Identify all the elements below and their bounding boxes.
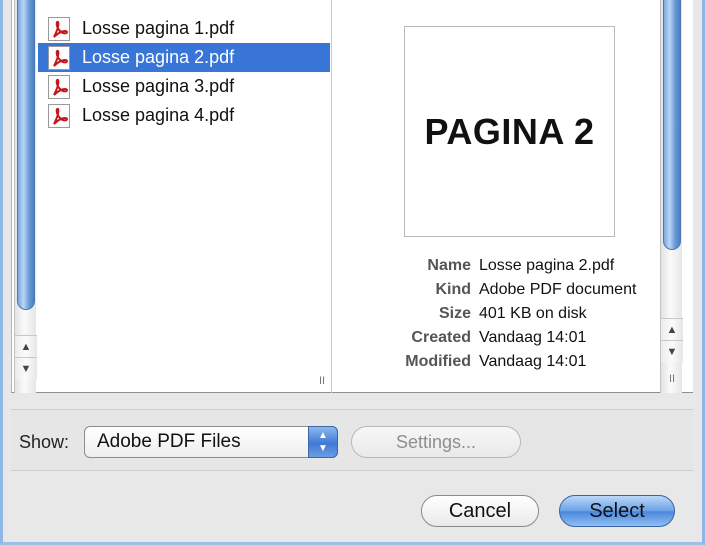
browser-column-preview: PAGINA 2 Name Losse pagina 2.pdf Kind Ad… <box>332 0 694 393</box>
info-value: Vandaag 14:01 <box>479 329 587 346</box>
column-resize-grip-icon[interactable]: II <box>666 372 678 386</box>
info-label: Created <box>411 329 471 346</box>
file-type-value: Adobe PDF Files <box>97 431 241 452</box>
column-resize-grip-icon[interactable]: II <box>316 374 328 388</box>
file-item-selected[interactable]: Losse pagina 2.pdf <box>38 43 330 72</box>
scroll-up-arrow-icon[interactable]: ▲ <box>15 335 37 357</box>
open-file-dialog: ▲ ▼ Losse pagina 1.pdf Losse pagina 2.pd… <box>0 0 705 545</box>
browser-column-files: ▲ ▼ Losse pagina 1.pdf Losse pagina 2.pd… <box>12 0 332 393</box>
scroll-down-arrow-icon[interactable]: ▼ <box>15 357 37 379</box>
info-label: Modified <box>405 353 471 370</box>
file-item[interactable]: Losse pagina 3.pdf <box>38 72 330 101</box>
select-button[interactable]: Select <box>559 495 675 527</box>
info-value: Vandaag 14:01 <box>479 353 587 370</box>
pdf-file-icon <box>48 45 70 70</box>
info-value: Adobe PDF document <box>479 281 637 298</box>
preview-page-text: PAGINA 2 <box>424 110 595 152</box>
info-row-modified: Modified Vandaag 14:01 <box>332 350 672 374</box>
file-name: Losse pagina 2.pdf <box>82 47 235 67</box>
info-row-kind: Kind Adobe PDF document <box>332 278 672 302</box>
info-label: Kind <box>435 281 471 298</box>
info-row-name: Name Losse pagina 2.pdf <box>332 254 672 278</box>
scroll-up-arrow-icon[interactable]: ▲ <box>661 318 683 340</box>
show-filter-bar: Show: Adobe PDF Files ▲ ▼ Settings... <box>11 409 693 471</box>
pdf-file-icon <box>48 74 70 99</box>
show-label: Show: <box>19 432 70 452</box>
cancel-button[interactable]: Cancel <box>421 495 539 527</box>
file-name: Losse pagina 4.pdf <box>82 105 235 125</box>
info-row-size: Size 401 KB on disk <box>332 302 672 326</box>
right-scrollbar[interactable]: ▲ ▼ II <box>660 0 683 393</box>
file-name: Losse pagina 1.pdf <box>82 18 235 38</box>
file-info: Name Losse pagina 2.pdf Kind Adobe PDF d… <box>332 254 672 374</box>
file-item[interactable]: Losse pagina 1.pdf <box>38 14 330 43</box>
left-scrollbar[interactable]: ▲ ▼ <box>14 0 37 393</box>
file-browser: ▲ ▼ Losse pagina 1.pdf Losse pagina 2.pd… <box>11 0 693 393</box>
left-scroll-thumb[interactable] <box>17 0 35 310</box>
preview-thumbnail: PAGINA 2 <box>404 26 615 237</box>
file-item[interactable]: Losse pagina 4.pdf <box>38 101 330 130</box>
right-scroll-thumb[interactable] <box>663 0 681 250</box>
info-label: Size <box>438 305 471 322</box>
info-value: Losse pagina 2.pdf <box>479 257 615 274</box>
info-label: Name <box>427 257 471 274</box>
chevron-updown-icon[interactable]: ▲ ▼ <box>308 426 338 458</box>
scroll-down-arrow-icon[interactable]: ▼ <box>661 340 683 362</box>
pdf-file-icon <box>48 103 70 128</box>
file-list: Losse pagina 1.pdf Losse pagina 2.pdf Lo… <box>38 14 330 130</box>
info-row-created: Created Vandaag 14:01 <box>332 326 672 350</box>
settings-button[interactable]: Settings... <box>351 426 521 458</box>
file-name: Losse pagina 3.pdf <box>82 76 235 96</box>
info-value: 401 KB on disk <box>479 305 587 322</box>
pdf-file-icon <box>48 16 70 41</box>
file-type-select[interactable]: Adobe PDF Files ▲ ▼ <box>84 426 338 458</box>
